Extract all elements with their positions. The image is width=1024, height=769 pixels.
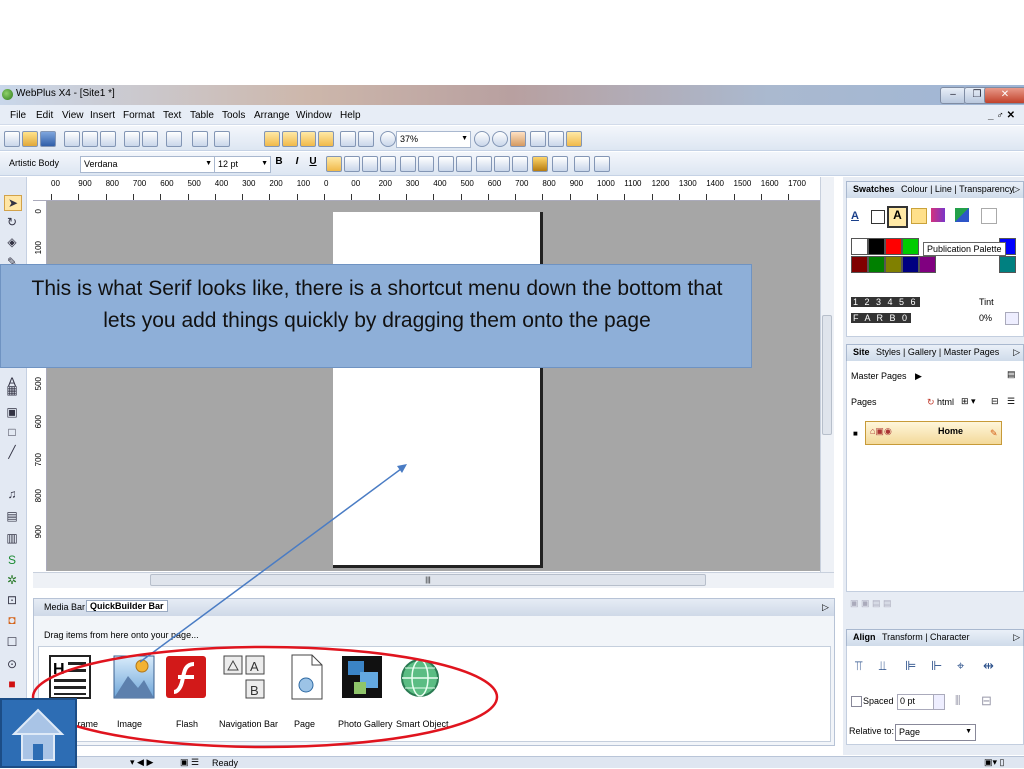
- highlight-ellipse: [31, 645, 499, 749]
- home-button[interactable]: [0, 698, 77, 768]
- publication-palette-tooltip: Publication Palette: [923, 242, 1006, 256]
- home-icon: [11, 708, 65, 761]
- annotation-layer: [31, 464, 499, 749]
- annotation-arrow-line: [139, 465, 406, 663]
